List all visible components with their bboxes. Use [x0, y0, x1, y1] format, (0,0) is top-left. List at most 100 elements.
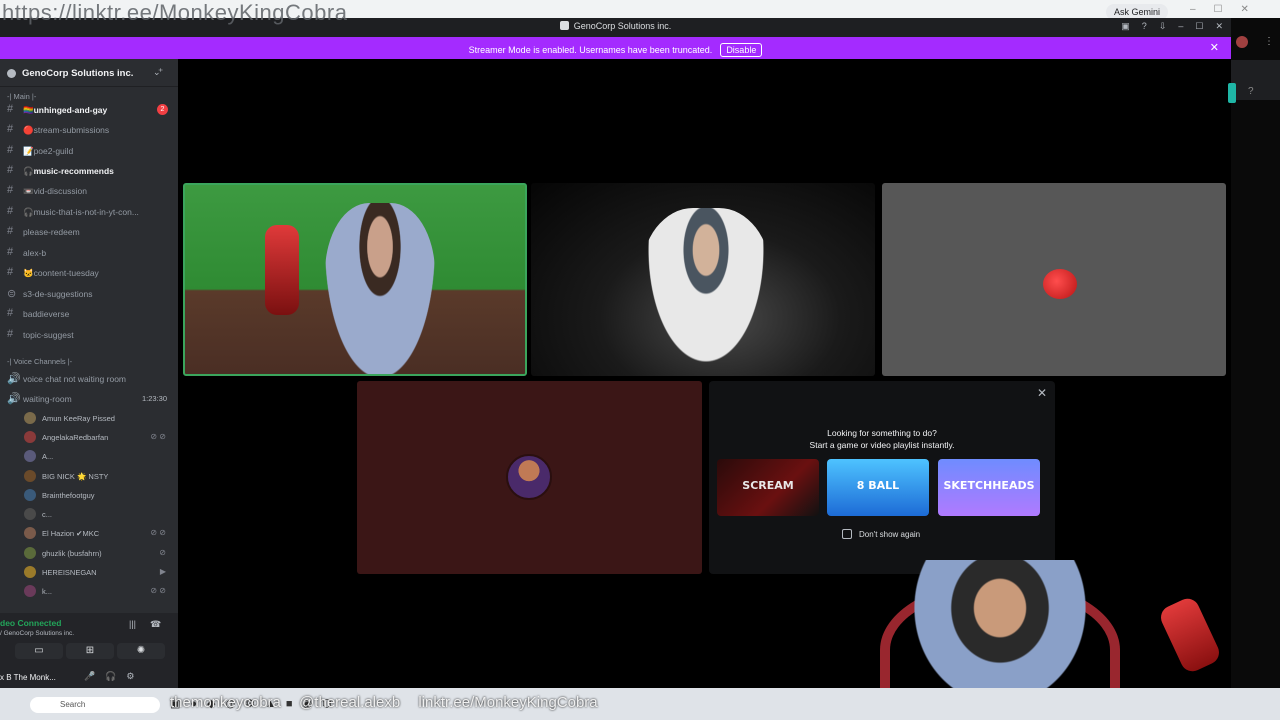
category-voice[interactable]: -| Voice Channels |-: [7, 357, 72, 366]
channel-item[interactable]: # 🎧music-recommends: [0, 161, 178, 180]
channel-item[interactable]: # 🐱coontent-tuesday: [0, 263, 178, 282]
video-tile[interactable]: [183, 183, 527, 376]
channel-item[interactable]: # 🔴stream-submissions: [0, 120, 178, 139]
browser-profile-avatar[interactable]: [1236, 36, 1248, 48]
channel-name: 📼vid-discussion: [23, 186, 87, 196]
server-header[interactable]: GenoCorp Solutions inc. ⌄ ⁺: [0, 59, 178, 87]
voice-user-name: k...: [42, 587, 53, 596]
avatar: [24, 508, 36, 520]
avatar: [24, 566, 36, 578]
voice-user-name: Amun KeeRay Pissed: [42, 414, 115, 423]
avatar-tile[interactable]: [357, 381, 702, 574]
download-icon[interactable]: ⇩: [1159, 21, 1167, 31]
voice-user-name: Brainthefootguy: [42, 491, 95, 500]
channel-name: 🐱coontent-tuesday: [23, 268, 99, 278]
activity-card-scream[interactable]: SCREAM: [717, 459, 819, 516]
hash-icon: #: [7, 123, 14, 135]
mute-deafen-icon: ⊘ ⊘: [150, 586, 166, 595]
voice-user-name: c...: [42, 510, 53, 519]
voice-user[interactable]: AngelakaRedbarfan ⊘ ⊘: [0, 428, 178, 447]
voice-channel[interactable]: 🔊 waiting-room 1:23:30: [0, 389, 178, 408]
maximize-icon[interactable]: ☐: [1195, 21, 1203, 31]
browser-window-controls[interactable]: –☐✕: [1190, 4, 1267, 15]
voice-user[interactable]: BIG NICK 🌟 NSTY: [0, 467, 178, 486]
hash-icon: #: [7, 307, 14, 319]
voice-user[interactable]: Brainthefootguy: [0, 486, 178, 505]
channel-item[interactable]: # please-redeem: [0, 222, 178, 241]
avatar: [24, 470, 36, 482]
invite-icon[interactable]: ⁺: [158, 67, 163, 78]
video-tile[interactable]: [882, 183, 1226, 376]
avatar: [24, 431, 36, 443]
channel-name: 🎧music-recommends: [23, 166, 114, 176]
server-name: GenoCorp Solutions inc.: [22, 68, 134, 79]
help-icon[interactable]: ?: [1142, 21, 1147, 31]
voice-user[interactable]: HEREISNEGAN ▶: [0, 563, 178, 582]
voice-user[interactable]: El Hazion ✔MKC ⊘ ⊘: [0, 524, 178, 543]
channel-item[interactable]: # alex-b: [0, 243, 178, 262]
avatar: [24, 585, 36, 597]
voice-user-name: El Hazion ✔MKC: [42, 529, 100, 538]
channel-name: 🎧music-that-is-not-in-yt-con...: [23, 207, 139, 217]
hash-icon: #: [7, 328, 14, 340]
hash-icon: #: [7, 164, 14, 176]
close-icon[interactable]: ✕: [1037, 386, 1047, 400]
voice-channel[interactable]: 🔊 voice chat not waiting room: [0, 369, 178, 388]
noise-suppression-icon[interactable]: |||: [129, 619, 136, 629]
window-title: GenoCorp Solutions inc.: [573, 21, 672, 31]
disable-button[interactable]: Disable: [720, 43, 763, 57]
user-controls[interactable]: 🎤🎧⚙: [84, 671, 144, 682]
hash-icon: #: [7, 266, 14, 278]
channel-item[interactable]: # 🎧music-that-is-not-in-yt-con...: [0, 202, 178, 221]
voice-user[interactable]: Amun KeeRay Pissed: [0, 409, 178, 428]
browser-menu-icon[interactable]: ⋮: [1264, 36, 1274, 47]
minimize-icon[interactable]: –: [1178, 21, 1183, 31]
video-tile[interactable]: [531, 183, 875, 376]
participant-video: [325, 203, 435, 374]
avatar: [24, 547, 36, 559]
activity-card-8ball[interactable]: 8 BALL: [827, 459, 929, 516]
voice-user-name: ghuzlik (busfahrn): [42, 549, 102, 558]
activity-button[interactable]: ⊞: [66, 643, 114, 659]
soundboard-button[interactable]: ✺: [117, 643, 165, 659]
channel-item[interactable]: # 📼vid-discussion: [0, 181, 178, 200]
hash-icon: #: [7, 246, 14, 258]
channel-item[interactable]: # topic-suggest: [0, 325, 178, 344]
close-icon[interactable]: ✕: [1215, 21, 1223, 31]
overlay-handle: @thereal.alexb: [299, 694, 401, 711]
dont-show-checkbox[interactable]: [842, 529, 852, 539]
voice-user-name: BIG NICK 🌟 NSTY: [42, 472, 109, 481]
disconnect-icon[interactable]: ☎: [150, 619, 161, 630]
hash-icon: #: [7, 103, 14, 115]
voice-connected-server: / GenoCorp Solutions inc.: [0, 630, 75, 637]
mention-badge: 2: [157, 104, 168, 115]
overlay-handle: linktr.ee/MonkeyKingCobra: [418, 694, 598, 711]
voice-user[interactable]: k... ⊘ ⊘: [0, 582, 178, 601]
streamer-mode-banner: Streamer Mode is enabled. Usernames have…: [0, 37, 1231, 59]
taskbar-search[interactable]: Search: [30, 697, 160, 713]
voice-user[interactable]: ghuzlik (busfahrn) ⊘: [0, 544, 178, 563]
channel-item[interactable]: # 🏳️‍🌈unhinged-and-gay 2: [0, 100, 178, 119]
channel-name: 🔴stream-submissions: [23, 125, 110, 135]
channel-name: 📝poe2-guild: [23, 146, 74, 156]
channel-item[interactable]: ⊜ s3-de-suggestions: [0, 284, 178, 303]
mute-deafen-icon: ⊘ ⊘: [150, 432, 166, 441]
channel-item[interactable]: # 📝poe2-guild: [0, 141, 178, 160]
hash-icon: #: [7, 225, 14, 237]
help-icon[interactable]: ?: [1248, 86, 1254, 97]
channel-name: s3-de-suggestions: [23, 289, 93, 299]
activity-title-line2: Start a game or video playlist instantly…: [809, 440, 955, 450]
forum-icon: ⊜: [7, 288, 17, 300]
mute-deafen-icon: ⊘ ⊘: [150, 528, 166, 537]
voice-user[interactable]: c...: [0, 505, 178, 524]
voice-connection-panel: deo Connected / GenoCorp Solutions inc. …: [0, 613, 178, 688]
activity-card-sketchheads[interactable]: SKETCHHEADS: [938, 459, 1040, 516]
banner-close-icon[interactable]: ✕: [1210, 41, 1219, 54]
activity-launcher: ✕ Looking for something to do? Start a g…: [709, 381, 1055, 574]
dont-show-label: Don't show again: [859, 530, 921, 539]
inbox-icon[interactable]: ▣: [1121, 21, 1130, 31]
avatar: [24, 412, 36, 424]
screen-share-button[interactable]: ▭: [15, 643, 63, 659]
channel-item[interactable]: # baddieverse: [0, 304, 178, 323]
voice-user[interactable]: A...: [0, 447, 178, 466]
